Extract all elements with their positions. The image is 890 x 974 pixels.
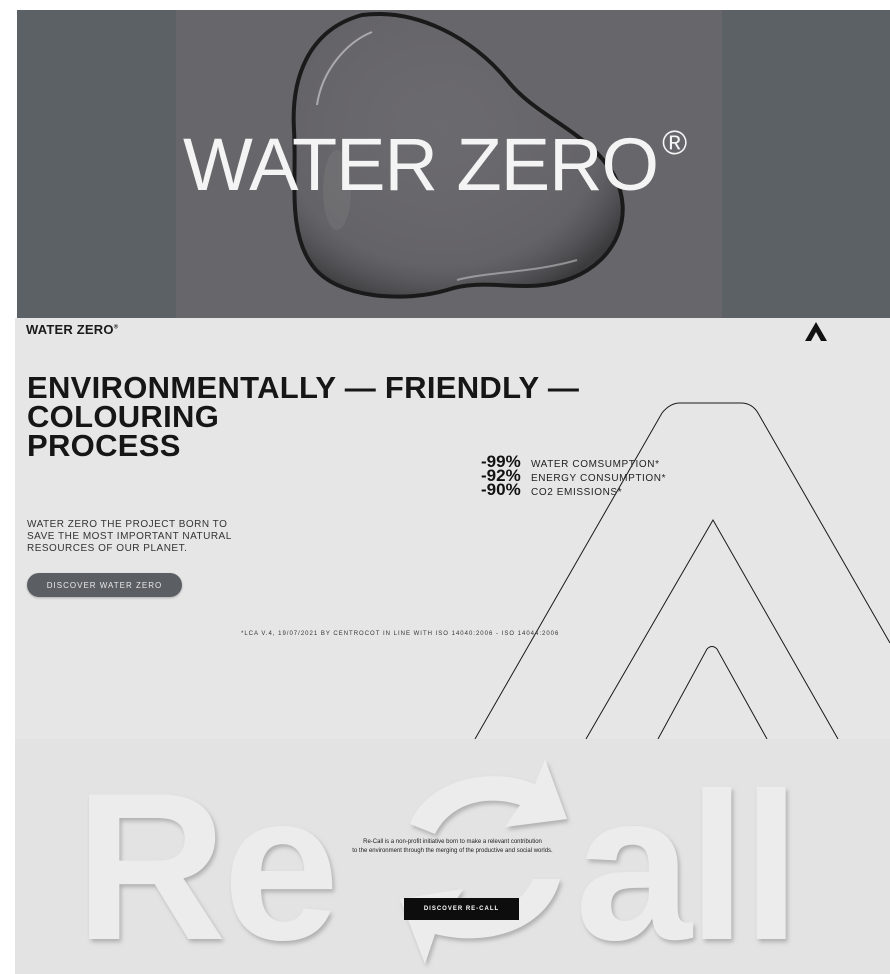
- discover-recall-button[interactable]: DISCOVER RE-CALL: [404, 898, 519, 920]
- hero-title-text: WATER ZERO: [183, 123, 659, 206]
- hero-banner: WATER ZERO ®: [17, 10, 890, 318]
- svg-text:Re: Re: [75, 749, 335, 974]
- environment-section: WATER ZERO® ENVIRONMENTALLY — FRIENDLY —…: [15, 318, 890, 739]
- lca-footnote: *LCA V.4, 19/07/2021 BY CENTROCOT IN LIN…: [241, 631, 560, 637]
- intro-line: SAVE THE MOST IMPORTANT NATURAL: [27, 531, 232, 542]
- page-headline: ENVIRONMENTALLY — FRIENDLY — COLOURING P…: [27, 370, 580, 461]
- stat-item: -99% WATER COMSUMPTION*: [481, 452, 666, 471]
- recall-description: Re-Call is a non-profit initiative born …: [15, 838, 890, 856]
- hero-title: WATER ZERO ®: [183, 126, 687, 202]
- recall-section: Re all Re-Call is a non-profit initiativ…: [15, 739, 890, 974]
- headline-line-2: COLOURING: [27, 399, 220, 434]
- brand-logo-text[interactable]: WATER ZERO®: [26, 322, 118, 337]
- intro-line: WATER ZERO THE PROJECT BORN TO: [27, 519, 228, 530]
- headline-line-1: ENVIRONMENTALLY — FRIENDLY —: [27, 370, 580, 405]
- intro-text: WATER ZERO THE PROJECT BORN TO SAVE THE …: [27, 519, 257, 555]
- registered-mark: ®: [662, 124, 687, 162]
- recall-description-line: to the environment through the merging o…: [352, 848, 553, 854]
- stat-label: ENERGY CONSUMPTION*: [531, 473, 667, 484]
- stat-value: -90%: [481, 480, 521, 499]
- svg-text:all: all: [575, 749, 796, 974]
- stat-label: CO2 EMISSIONS*: [531, 487, 623, 498]
- brand-name[interactable]: WATER ZERO: [26, 322, 114, 337]
- discover-water-zero-button[interactable]: DISCOVER WATER ZERO: [27, 573, 182, 597]
- recall-embossed-wordmark: Re all: [75, 749, 800, 974]
- brand-registered-mark: ®: [113, 324, 119, 331]
- stat-label: WATER COMSUMPTION*: [531, 459, 660, 470]
- intro-line: RESOURCES OF OUR PLANET.: [27, 543, 188, 554]
- stats-list: -99% WATER COMSUMPTION* -92% ENERGY CONS…: [481, 452, 667, 499]
- triangle-a-logo-icon[interactable]: [803, 320, 829, 342]
- recall-description-line: Re-Call is a non-profit initiative born …: [363, 839, 542, 845]
